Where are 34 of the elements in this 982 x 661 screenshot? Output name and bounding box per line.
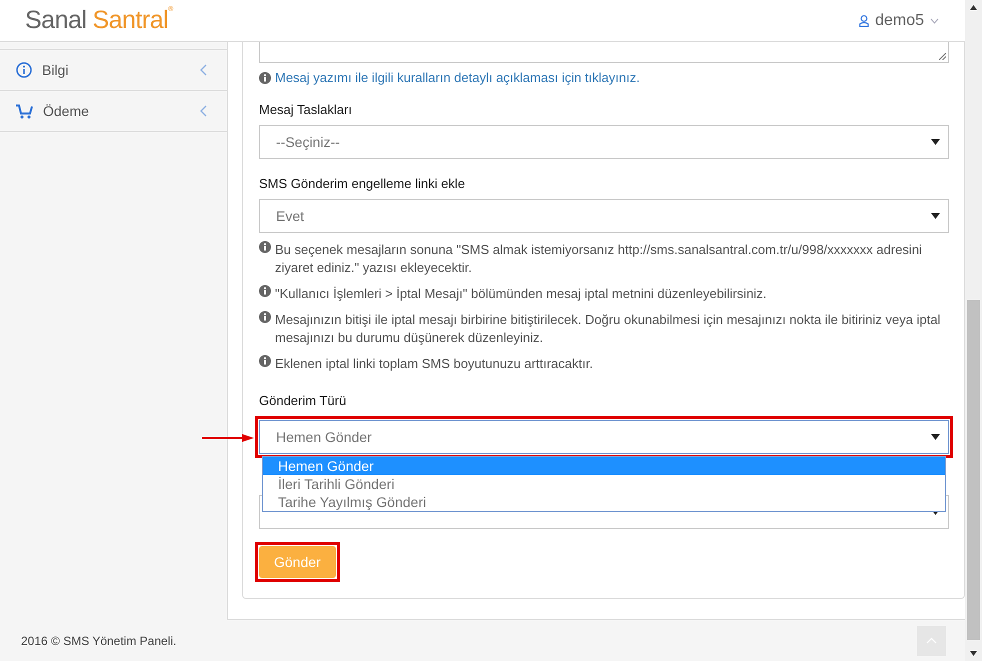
- chevron-icon: [200, 64, 207, 76]
- info-icon: [259, 311, 271, 323]
- field-label: SMS Gönderim engelleme linki ekle: [259, 176, 466, 191]
- info-icon: [259, 72, 271, 84]
- user-icon: [859, 14, 870, 26]
- note-text: Bu seçenek mesajların sonuna "SMS almak istemiyorsanız http://sms.sanalsantral.com.tr/u/998/xxxxxxx adresini ziyaret ediniz." yazısı ekleyecektir.: [275, 241, 923, 277]
- footer-text: 2016 © SMS Yönetim Paneli.: [21, 634, 176, 648]
- info-icon: [259, 355, 271, 367]
- scrollbar[interactable]: [965, 0, 982, 661]
- user-menu[interactable]: demo5: [875, 12, 924, 30]
- scroll-top-button[interactable]: [917, 626, 946, 656]
- field-label: Gönderim Türü: [259, 393, 348, 408]
- cart-icon: [16, 104, 33, 118]
- caret-icon: [931, 509, 940, 515]
- chevron-icon: [200, 105, 207, 117]
- dropdown-option[interactable]: Hemen Gönder: [263, 457, 945, 475]
- chevron-up-icon: [926, 637, 937, 644]
- field-label: Mesaj Taslakları: [259, 102, 353, 117]
- chevron-down-icon: [930, 18, 939, 24]
- message-field[interactable]: [259, 42, 949, 63]
- note-text: Eklenen iptal linki toplam SMS boyutunuzu arttıracaktır.: [275, 355, 593, 373]
- resize-grip-icon: [939, 53, 946, 60]
- rules-link[interactable]: Mesaj yazımı ile ilgili kuralların detaylı açıklaması için tıklayınız.: [275, 70, 640, 85]
- caret-icon: [931, 434, 940, 440]
- caret-icon: [931, 139, 940, 145]
- unsubscribe-select[interactable]: Evet: [259, 199, 949, 233]
- caret-icon: [931, 213, 940, 219]
- send-type-select[interactable]: Hemen Gönder: [259, 420, 949, 454]
- note-text: "Kullanıcı İşlemleri > İptal Mesajı" bölümünden mesaj iptal metnini düzenleyebilirsiniz.: [275, 285, 767, 303]
- drafts-select[interactable]: --Seçiniz--: [259, 125, 949, 159]
- info-icon: [259, 241, 271, 253]
- info-icon: [259, 285, 271, 297]
- note-text: Mesajınızın bitişi ile iptal mesajı birbirine bitiştirilecek. Doğru okunabilmesi için mesajınızı nokta ile bitiriniz veya iptal mesajınızı bu durumu düşünerek düzenleyiniz.: [275, 311, 942, 347]
- info-icon: [16, 62, 32, 78]
